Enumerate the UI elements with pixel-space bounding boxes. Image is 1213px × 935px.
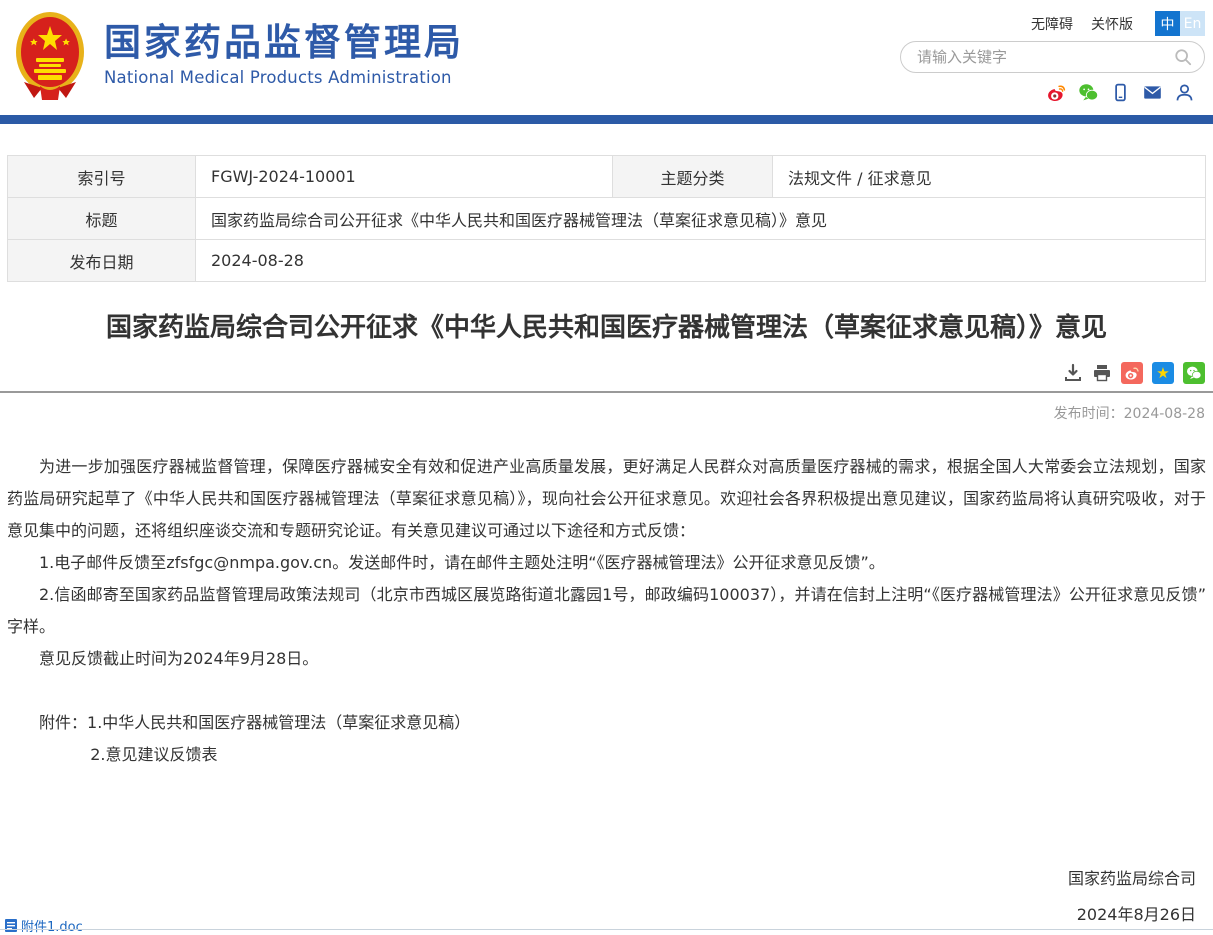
signature-org: 国家药监局综合司 [7,863,1196,895]
meta-value-title: 国家药监局综合司公开征求《中华人民共和国医疗器械管理法（草案征求意见稿）》意见 [196,198,1206,240]
wechat-share-icon[interactable] [1183,362,1205,384]
paragraph: 为进一步加强医疗器械监督管理，保障医疗器械安全有效和促进产业高质量发展，更好满足… [7,451,1206,547]
site-title: 国家药品监督管理局 [104,23,464,64]
meta-value-category: 法规文件 / 征求意见 [773,156,1206,198]
attachment-item-1[interactable]: 1.中华人民共和国医疗器械管理法（草案征求意见稿） [87,713,470,732]
national-emblem-logo [14,10,86,100]
attachments-block: 附件：1.中华人民共和国医疗器械管理法（草案征求意见稿） 2.意见建议反馈表 [7,707,1206,771]
publish-time: 发布时间：2024-08-28 [0,403,1205,423]
care-version-link[interactable]: 关怀版 [1091,14,1133,34]
signature-block: 国家药监局综合司 2024年8月26日 [7,863,1206,931]
site-brand: 国家药品监督管理局 National Medical Products Admi… [14,10,464,100]
title-divider [0,391,1213,393]
header-social-icons [1046,82,1195,103]
site-title-en: National Medical Products Administration [104,68,464,87]
weibo-icon[interactable] [1046,82,1067,103]
attachment-item-2[interactable]: 2.意见建议反馈表 [90,745,217,764]
mobile-icon[interactable] [1110,82,1131,103]
header-divider-bar [0,115,1213,124]
download-icon[interactable] [1063,363,1083,383]
meta-label-category: 主题分类 [613,156,773,198]
site-header: 国家药品监督管理局 National Medical Products Admi… [0,0,1213,115]
article-body: 为进一步加强医疗器械监督管理，保障医疗器械安全有效和促进产业高质量发展，更好满足… [7,451,1206,931]
search-input[interactable] [917,48,1174,66]
mail-icon[interactable] [1142,82,1163,103]
meta-label-index: 索引号 [8,156,196,198]
star-glyph: ★ [1156,364,1169,382]
doc-file-icon [4,918,18,933]
attachment-line: 附件：1.中华人民共和国医疗器械管理法（草案征求意见稿） [7,707,1206,739]
paragraph: 2.信函邮寄至国家药品监督管理局政策法规司（北京市西城区展览路街道北露园1号，邮… [7,579,1206,643]
user-icon[interactable] [1174,82,1195,103]
wechat-icon[interactable] [1078,82,1099,103]
search-icon[interactable] [1174,48,1192,66]
table-row: 索引号 FGWJ-2024-10001 主题分类 法规文件 / 征求意见 [8,156,1206,198]
meta-label-pubdate: 发布日期 [8,240,196,282]
meta-label-title: 标题 [8,198,196,240]
footer-attachment-link[interactable]: 附件1.doc [4,916,83,935]
lang-en-button[interactable]: En [1180,11,1205,36]
language-toggle: 中 En [1155,11,1205,36]
table-row: 发布日期 2024-08-28 [8,240,1206,282]
footer-attachment-label: 附件1.doc [21,916,83,935]
publish-time-value: 2024-08-28 [1124,406,1205,422]
accessibility-link[interactable]: 无障碍 [1031,14,1073,34]
article-toolbar: ★ [0,362,1205,384]
table-row: 标题 国家药监局综合司公开征求《中华人民共和国医疗器械管理法（草案征求意见稿）》… [8,198,1206,240]
print-icon[interactable] [1092,363,1112,383]
meta-value-pubdate: 2024-08-28 [196,240,1206,282]
weibo-share-icon[interactable] [1121,362,1143,384]
document-meta-table: 索引号 FGWJ-2024-10001 主题分类 法规文件 / 征求意见 标题 … [7,155,1206,282]
header-top-links: 无障碍 关怀版 中 En [1013,11,1205,36]
footer-divider [0,929,1213,930]
attachments-label: 附件： [39,713,87,732]
paragraph: 1.电子邮件反馈至zfsfgc@nmpa.gov.cn。发送邮件时，请在邮件主题… [7,547,1206,579]
attachment-line: 2.意见建议反馈表 [7,739,1206,771]
search-bar [900,41,1205,73]
page-title: 国家药监局综合司公开征求《中华人民共和国医疗器械管理法（草案征求意见稿）》意见 [0,312,1213,346]
qzone-share-icon[interactable]: ★ [1152,362,1174,384]
lang-zh-button[interactable]: 中 [1155,11,1180,36]
signature-date: 2024年8月26日 [7,899,1196,931]
meta-value-index: FGWJ-2024-10001 [196,156,613,198]
publish-time-label: 发布时间： [1054,406,1124,422]
paragraph: 意见反馈截止时间为2024年9月28日。 [7,643,1206,675]
